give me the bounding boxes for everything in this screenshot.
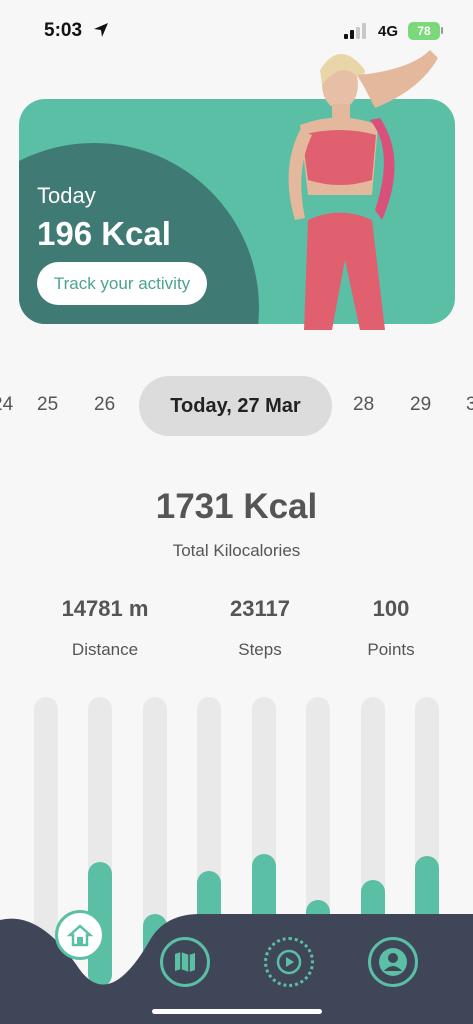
stat-value: 23117 (230, 596, 290, 621)
nav-map-button[interactable] (160, 937, 210, 987)
date-item[interactable]: 26 (94, 394, 115, 416)
stat-distance: 14781 m Distance (35, 596, 175, 660)
date-item[interactable]: 28 (353, 394, 374, 416)
stat-label: Steps (238, 640, 282, 659)
stat-value: 100 (372, 596, 410, 621)
stat-steps: 23117 Steps (190, 596, 330, 660)
nav-profile-button[interactable] (368, 937, 418, 987)
date-today-pill[interactable]: Today, 27 Mar (139, 376, 332, 436)
date-item[interactable]: 25 (37, 394, 58, 416)
location-arrow-icon (94, 23, 108, 37)
date-item[interactable]: 30 (466, 394, 473, 416)
nav-play-button[interactable] (264, 937, 314, 987)
home-indicator (152, 1009, 322, 1014)
date-item[interactable]: 24 (0, 394, 13, 416)
track-activity-button[interactable]: Track your activity (37, 262, 207, 305)
map-icon (175, 952, 195, 972)
hero-kcal: 196 Kcal (37, 215, 171, 252)
stat-points: 100 Points (321, 596, 461, 660)
status-time: 5:03 (44, 20, 83, 41)
date-strip: 24 25 26 Today, 27 Mar 28 29 30 (0, 376, 473, 436)
play-icon (276, 949, 302, 975)
hero-today-label: Today (37, 183, 96, 208)
stat-label: Distance (71, 640, 139, 659)
total-kcal-value: 1731 Kcal (155, 487, 318, 526)
home-icon (66, 924, 94, 947)
athlete-figure-icon (288, 50, 438, 330)
stat-label: Points (367, 640, 415, 659)
date-item[interactable]: 29 (410, 394, 431, 416)
stat-value: 14781 m (61, 596, 149, 621)
nav-home-button[interactable] (55, 910, 105, 960)
total-kcal-label: Total Kilocalories (172, 541, 301, 560)
profile-icon (379, 948, 407, 976)
